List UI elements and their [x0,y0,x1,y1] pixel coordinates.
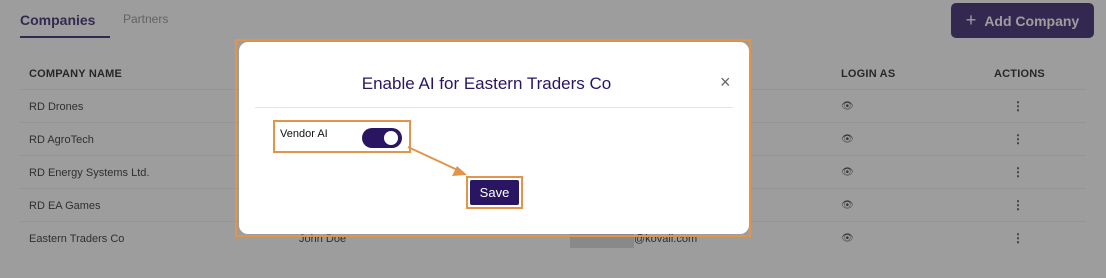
annotation-arrow [407,146,467,176]
